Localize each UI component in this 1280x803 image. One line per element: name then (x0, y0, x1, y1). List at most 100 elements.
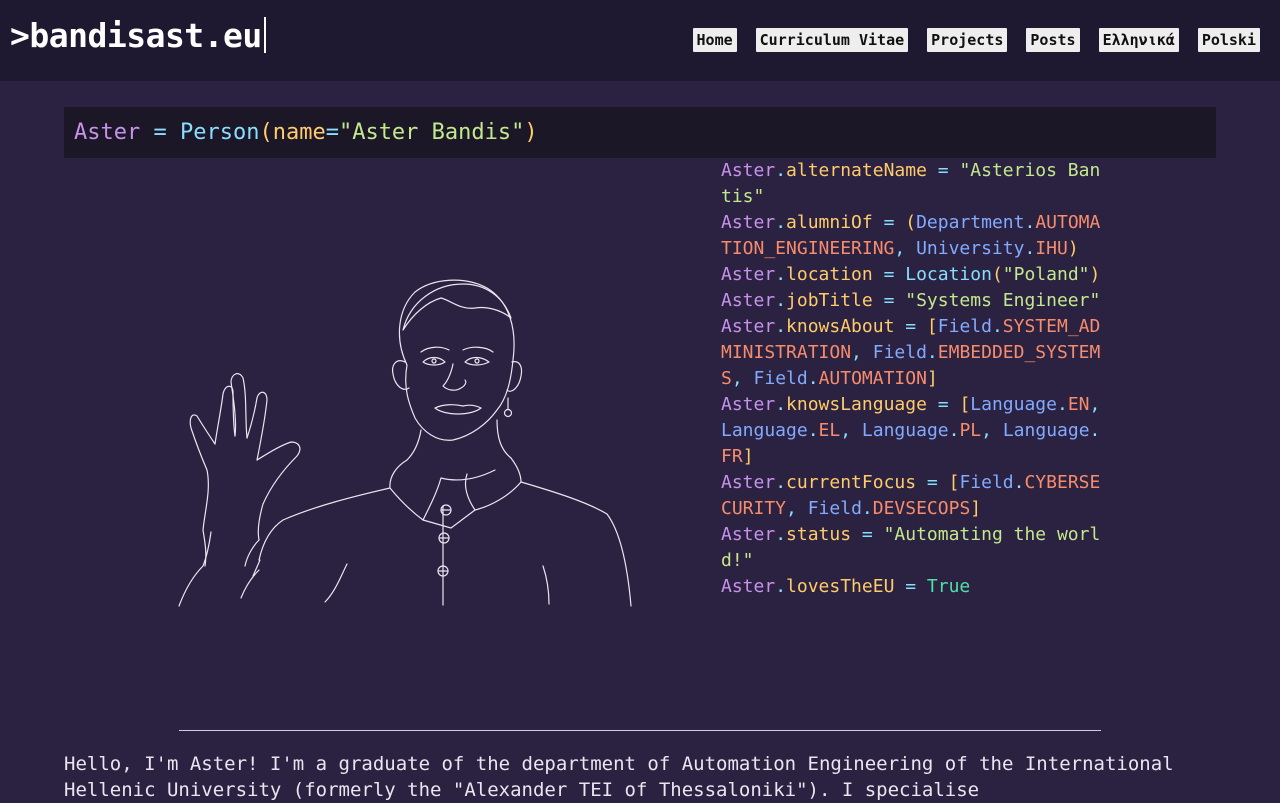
separator: , (786, 498, 808, 519)
property-name: jobTitle (786, 290, 873, 311)
text-cursor-icon (263, 17, 266, 53)
open-bracket: ( (905, 212, 917, 233)
person-declaration: Aster = Person(name="Aster Bandis") (64, 107, 1216, 158)
property-class: Location (905, 264, 992, 285)
enum-class: Language (721, 420, 808, 441)
dot-operator: . (1013, 472, 1025, 493)
property-name: status (786, 524, 852, 545)
property-name: alternateName (786, 160, 927, 181)
open-bracket: [ (948, 472, 960, 493)
site-logo[interactable]: >bandisast.eu (10, 14, 266, 58)
nav-link-greek[interactable]: Ελληνικά (1098, 28, 1179, 52)
assign-operator: = (872, 212, 906, 233)
nav-link-posts[interactable]: Posts (1026, 28, 1080, 52)
dot-operator: . (775, 576, 787, 597)
separator: , (851, 342, 873, 363)
property-object: Aster (721, 576, 776, 597)
dot-operator: . (775, 316, 787, 337)
enum-class: Language (861, 420, 949, 441)
dot-operator: . (1089, 420, 1101, 441)
property-object: Aster (721, 160, 776, 181)
dot-operator: . (807, 368, 819, 389)
assign-operator: = (872, 264, 906, 285)
enum-constant: FR (721, 446, 743, 467)
property-name: location (786, 264, 873, 285)
decl-string: "Aster Bandis" (338, 120, 525, 145)
property-line-knowsLanguage: Aster.knowsLanguage = [Language.EN, Lang… (721, 392, 1101, 470)
property-name: knowsAbout (786, 316, 895, 337)
property-string-value: "Systems Engineer" (905, 290, 1101, 311)
separator: , (894, 238, 917, 259)
decl-close: ) (524, 120, 538, 145)
nav-link-home[interactable]: Home (692, 28, 737, 52)
enum-constant: AUTOMATION (818, 368, 927, 389)
assign-operator: = (894, 576, 927, 597)
property-object: Aster (721, 316, 776, 337)
property-line-location: Aster.location = Location("Poland") (721, 262, 1101, 288)
separator: , (731, 368, 754, 389)
section-divider (179, 730, 1101, 731)
separator: , (981, 420, 1003, 441)
property-line-lovesTheEU: Aster.lovesTheEU = True (721, 574, 1101, 600)
close-bracket: ] (926, 368, 938, 389)
property-bool-value: True (926, 576, 971, 597)
property-line-knowsAbout: Aster.knowsAbout = [Field.SYSTEM_ADMINIS… (721, 314, 1101, 392)
property-name: currentFocus (786, 472, 917, 493)
open-bracket: [ (959, 394, 971, 415)
enum-constant: EL (818, 420, 841, 441)
decl-var: Aster (74, 120, 141, 145)
main-nav: Home Curriculum Vitae Projects Posts Ελλ… (692, 28, 1260, 52)
nav-link-polish[interactable]: Polski (1197, 28, 1260, 52)
property-line-alumniOf: Aster.alumniOf = (Department.AUTOMATION_… (721, 210, 1101, 262)
assign-operator: = (926, 160, 960, 181)
site-logo-text[interactable]: >bandisast.eu (10, 16, 262, 55)
property-name: knowsLanguage (786, 394, 927, 415)
dot-operator: . (775, 394, 787, 415)
property-line-currentFocus: Aster.currentFocus = [Field.CYBERSECURIT… (721, 470, 1101, 522)
enum-class: Language (970, 394, 1057, 415)
property-line-status: Aster.status = "Automating the world!" (721, 522, 1101, 574)
dot-operator: . (861, 498, 873, 519)
dot-operator: . (1024, 212, 1036, 233)
separator: , (1089, 394, 1112, 415)
assign-operator: = (851, 524, 884, 545)
assign-operator: = (894, 316, 927, 337)
close-bracket: ] (742, 446, 754, 467)
dot-operator: . (775, 264, 787, 285)
decl-eq: = (140, 120, 180, 145)
decl-class: Person (179, 120, 260, 145)
nav-link-projects[interactable]: Projects (927, 28, 1008, 52)
enum-constant: PL (959, 420, 982, 441)
assign-operator: = (872, 290, 906, 311)
enum-class: Field (937, 316, 992, 337)
enum-class: Department (916, 212, 1025, 233)
property-line-jobTitle: Aster.jobTitle = "Systems Engineer" (721, 288, 1101, 314)
separator: , (840, 420, 862, 441)
dot-operator: . (926, 342, 938, 363)
person-properties-code: Aster.alternateName = "Asterios Bantis" A… (721, 158, 1101, 600)
intro-paragraph: Hello, I'm Aster! I'm a graduate of the … (64, 753, 1186, 801)
dot-operator: . (991, 316, 1003, 337)
dot-operator: . (775, 290, 787, 311)
close-bracket: ) (1067, 238, 1079, 259)
decl-arg-eq: = (325, 120, 339, 145)
property-object: Aster (721, 472, 776, 493)
property-object: Aster (721, 524, 776, 545)
nav-link-cv[interactable]: Curriculum Vitae (755, 28, 909, 52)
enum-constant: EN (1067, 394, 1090, 415)
decl-arg: name (272, 120, 326, 145)
property-object: Aster (721, 394, 776, 415)
property-object: Aster (721, 290, 776, 311)
open-paren: ( (991, 264, 1003, 285)
dot-operator: . (775, 524, 787, 545)
property-object: Aster (721, 212, 776, 233)
enum-constant: IHU (1035, 238, 1068, 259)
close-paren: ) (1089, 264, 1101, 285)
site-header: >bandisast.eu Home Curriculum Vitae Proj… (0, 0, 1280, 81)
dot-operator: . (807, 420, 819, 441)
close-bracket: ] (970, 498, 982, 519)
dot-operator: . (1056, 394, 1068, 415)
enum-class: Field (753, 368, 808, 389)
property-string-value: "Poland" (1002, 264, 1090, 285)
property-name: alumniOf (786, 212, 873, 233)
